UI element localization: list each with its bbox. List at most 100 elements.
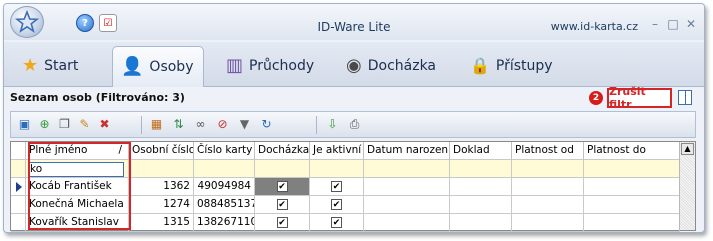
- tab-osoby[interactable]: 👤 Osoby: [112, 46, 204, 87]
- cell-platnost-do[interactable]: [584, 214, 680, 232]
- ribbon-tabs: ★ Start 👤 Osoby ▥ Průchody ◉ Docházka 🔒 …: [4, 42, 704, 87]
- column-header-dochazka[interactable]: Docházka: [255, 142, 310, 160]
- aktivni-checkbox[interactable]: ✔: [331, 217, 342, 228]
- scroll-up-arrow-icon[interactable]: ▲: [681, 143, 694, 155]
- cell-karta[interactable]: 088485137: [194, 196, 255, 214]
- filter-cell-name[interactable]: [26, 160, 129, 178]
- dochazka-checkbox[interactable]: ✔: [276, 181, 288, 192]
- cell-dochazka[interactable]: ✔: [255, 214, 310, 232]
- filter-cell[interactable]: [310, 160, 364, 178]
- name-filter-input[interactable]: [28, 161, 124, 177]
- column-label: Plné jméno: [29, 144, 88, 156]
- copy-icon[interactable]: ❐: [57, 117, 72, 132]
- filter-cell[interactable]: [584, 160, 680, 178]
- tab-pristupy[interactable]: 🔒 Přístupy: [462, 46, 561, 86]
- cell-aktivni[interactable]: ✔: [310, 178, 364, 196]
- tab-dochazka[interactable]: ◉ Docházka: [338, 46, 444, 86]
- delete-icon[interactable]: ✖: [97, 117, 112, 132]
- column-header-osobni[interactable]: Osobní číslo: [129, 142, 194, 160]
- column-header-platnost-do[interactable]: Platnost do: [584, 142, 680, 160]
- minimize-button[interactable]: –: [648, 17, 662, 31]
- table-row[interactable]: Kovařík Stanislav 1315 138267110 ✔ ✔: [11, 214, 680, 232]
- cell-osobni[interactable]: 1362: [129, 178, 194, 196]
- cell-karta[interactable]: 49094984: [194, 178, 255, 196]
- column-header-karta[interactable]: Číslo karty: [194, 142, 255, 160]
- table-row[interactable]: Konečná Michaela 1274 088485137 ✔ ✔: [11, 196, 680, 214]
- cell-datum[interactable]: [364, 214, 450, 232]
- aktivni-checkbox[interactable]: ✔: [331, 199, 342, 210]
- link-icon[interactable]: ∞: [193, 117, 208, 132]
- columns-icon[interactable]: ▦: [149, 117, 164, 132]
- column-header-aktivni[interactable]: Je aktivní: [310, 142, 364, 160]
- toolbar-separator: [316, 116, 317, 134]
- cell-name[interactable]: Konečná Michaela: [26, 196, 129, 214]
- view-icon[interactable]: ▣: [17, 117, 32, 132]
- panel-toggle-icon[interactable]: [678, 90, 692, 105]
- cell-datum[interactable]: [364, 178, 450, 196]
- page-title: Seznam osob (Filtrováno: 3): [10, 91, 185, 104]
- cell-name[interactable]: Kovařík Stanislav: [26, 214, 129, 232]
- title-bar: ? ☑ ID-Ware Lite www.id-karta.cz – □ ✕: [4, 4, 704, 40]
- filter-icon[interactable]: ▼: [237, 117, 252, 132]
- column-header-datum[interactable]: Datum narození: [364, 142, 450, 160]
- row-indicator: [11, 178, 26, 196]
- filter-cell[interactable]: [194, 160, 255, 178]
- cell-aktivni[interactable]: ✔: [310, 214, 364, 232]
- cell-platnost-od[interactable]: [512, 214, 584, 232]
- filter-cell[interactable]: [364, 160, 450, 178]
- cell-platnost-do[interactable]: [584, 196, 680, 214]
- cell-doklad[interactable]: [450, 214, 512, 232]
- close-button[interactable]: ✕: [684, 17, 698, 31]
- clear-filter-button[interactable]: Zrušit filtr: [607, 85, 672, 111]
- cell-name[interactable]: Kocáb František: [26, 178, 129, 196]
- sort-icon[interactable]: ⇅: [171, 117, 186, 132]
- cell-dochazka[interactable]: ✔: [255, 196, 310, 214]
- cell-aktivni[interactable]: ✔: [310, 196, 364, 214]
- vertical-scrollbar[interactable]: ▲: [679, 142, 695, 230]
- cell-datum[interactable]: [364, 196, 450, 214]
- maximize-button[interactable]: □: [666, 17, 680, 31]
- filter-cell[interactable]: [450, 160, 512, 178]
- print-icon[interactable]: ⎙: [347, 117, 362, 132]
- filter-cell[interactable]: [512, 160, 584, 178]
- sort-indicator-icon: /: [118, 144, 122, 156]
- add-icon[interactable]: ⊕: [37, 117, 52, 132]
- table-header-row: Plné jméno / Osobní číslo Číslo karty Do…: [11, 142, 680, 160]
- cell-karta[interactable]: 138267110: [194, 214, 255, 232]
- star-icon: ★: [22, 55, 39, 76]
- section-header: Seznam osob (Filtrováno: 3) 2 Zrušit fil…: [4, 85, 704, 111]
- row-indicator: [11, 196, 26, 214]
- website-link[interactable]: www.id-karta.cz: [551, 20, 638, 33]
- cell-doklad[interactable]: [450, 178, 512, 196]
- filter-cell[interactable]: [255, 160, 310, 178]
- tab-label: Osoby: [149, 59, 194, 75]
- column-header-platnost-od[interactable]: Platnost od: [512, 142, 584, 160]
- column-header-doklad[interactable]: Doklad: [450, 142, 512, 160]
- cell-osobni[interactable]: 1315: [129, 214, 194, 232]
- export-icon[interactable]: ⇩: [325, 117, 340, 132]
- tab-start[interactable]: ★ Start: [14, 46, 86, 86]
- clock-icon: ◉: [346, 55, 362, 76]
- filter-row: [11, 160, 680, 178]
- cell-platnost-od[interactable]: [512, 196, 584, 214]
- tab-label: Průchody: [249, 58, 315, 74]
- cell-doklad[interactable]: [450, 196, 512, 214]
- cell-dochazka[interactable]: ✔: [255, 178, 310, 196]
- lock-icon: 🔒: [470, 56, 490, 75]
- edit-icon[interactable]: ✎: [77, 117, 92, 132]
- column-header-name[interactable]: Plné jméno /: [26, 142, 129, 160]
- cell-platnost-do[interactable]: [584, 178, 680, 196]
- filter-cell[interactable]: [129, 160, 194, 178]
- persons-table: Plné jméno / Osobní číslo Číslo karty Do…: [10, 141, 696, 232]
- filter-clear-icon[interactable]: ⊘: [215, 117, 230, 132]
- cell-osobni[interactable]: 1274: [129, 196, 194, 214]
- dochazka-checkbox[interactable]: ✔: [276, 199, 288, 210]
- refresh-icon[interactable]: ↻: [259, 117, 274, 132]
- cell-platnost-od[interactable]: [512, 178, 584, 196]
- row-indicator: [11, 214, 26, 232]
- person-icon: 👤: [121, 56, 144, 77]
- tab-pruchody[interactable]: ▥ Průchody: [218, 46, 322, 86]
- dochazka-checkbox[interactable]: ✔: [276, 217, 288, 228]
- aktivni-checkbox[interactable]: ✔: [331, 181, 342, 192]
- table-row[interactable]: Kocáb František 1362 49094984 ✔ ✔: [11, 178, 680, 196]
